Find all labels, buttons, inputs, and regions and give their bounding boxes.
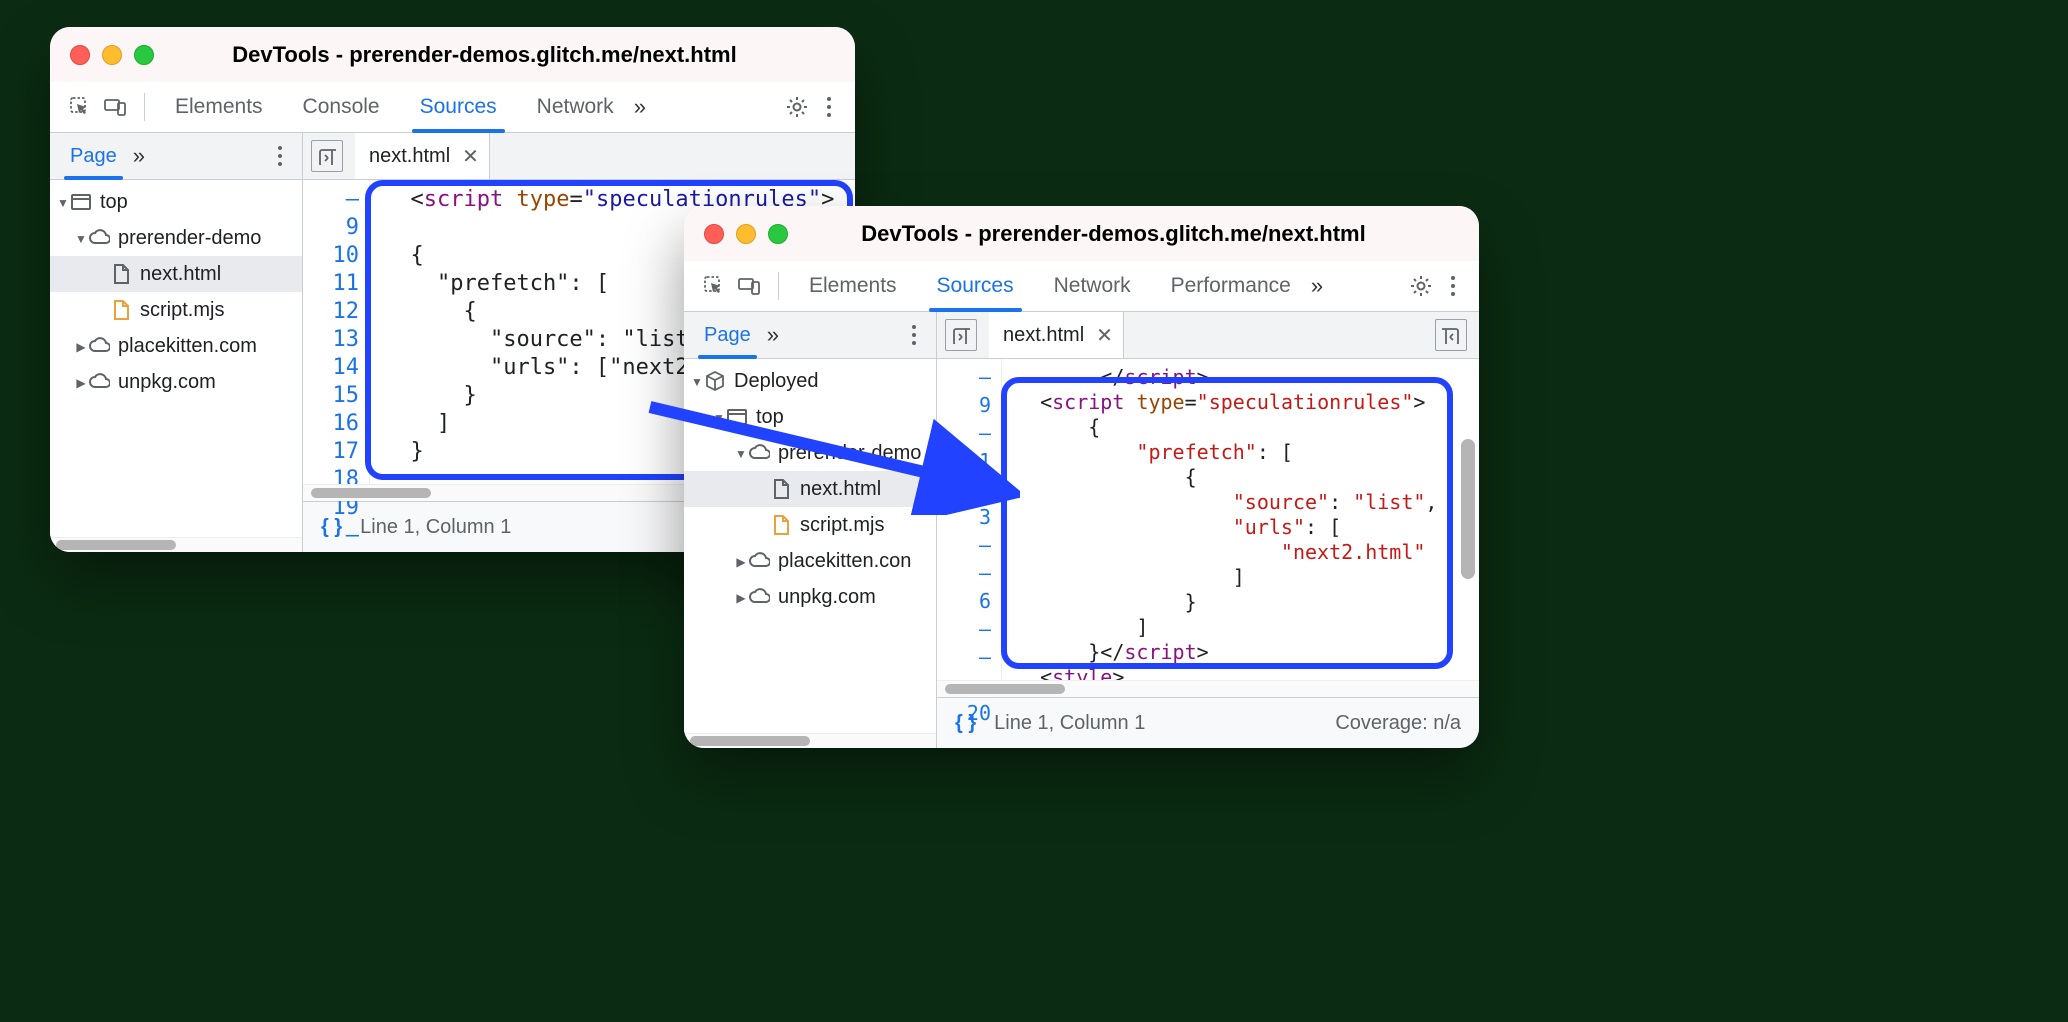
tree-item-top[interactable]: top <box>50 184 302 220</box>
kebab-menu-icon[interactable] <box>1451 284 1455 288</box>
titlebar: DevTools - prerender-demos.glitch.me/nex… <box>684 206 1479 261</box>
cursor-position: Line 1, Column 1 <box>360 516 511 539</box>
close-tab-icon[interactable]: ✕ <box>462 144 479 169</box>
close-icon[interactable] <box>704 224 724 244</box>
tab-elements[interactable]: Elements <box>155 82 283 132</box>
tree-item-domain[interactable]: unpkg.com <box>50 364 302 400</box>
vertical-scrollbar[interactable] <box>1461 439 1475 579</box>
tree-item-file[interactable]: script.mjs <box>684 507 936 543</box>
tree-item-domain[interactable]: prerender-demo <box>684 435 936 471</box>
kebab-menu-icon[interactable] <box>827 105 831 109</box>
inspect-icon[interactable] <box>62 89 98 125</box>
cursor-position: Line 1, Column 1 <box>994 712 1145 735</box>
main-tabs: Elements Sources Network Performance » <box>684 261 1479 312</box>
close-tab-icon[interactable]: ✕ <box>1096 323 1113 348</box>
toggle-debugger-icon[interactable] <box>1435 319 1467 351</box>
tree-item-domain[interactable]: placekitten.com <box>50 328 302 364</box>
close-icon[interactable] <box>70 45 90 65</box>
inspect-icon[interactable] <box>696 268 732 304</box>
gutter: – 9 – 1 – 3 – – 6 – – – 20 <box>937 359 1002 680</box>
disclosure-down-icon[interactable] <box>74 230 88 246</box>
file-icon <box>770 478 792 500</box>
window-title: DevTools - prerender-demos.glitch.me/nex… <box>768 221 1459 247</box>
kebab-menu-icon[interactable] <box>912 333 916 337</box>
gear-icon[interactable] <box>779 89 815 125</box>
file-icon <box>770 514 792 536</box>
frame-icon <box>70 191 92 213</box>
device-toggle-icon[interactable] <box>732 268 768 304</box>
file-tab-name: next.html <box>1003 324 1084 347</box>
tree-item-top[interactable]: top <box>684 399 936 435</box>
cloud-icon <box>88 371 110 393</box>
disclosure-down-icon[interactable] <box>712 409 726 425</box>
tab-console[interactable]: Console <box>283 82 400 132</box>
tab-elements[interactable]: Elements <box>789 261 917 311</box>
cloud-icon <box>748 550 770 572</box>
file-tab[interactable]: next.html ✕ <box>989 312 1124 358</box>
tab-performance[interactable]: Performance <box>1151 261 1311 311</box>
main-tabs: Elements Console Sources Network » <box>50 82 855 133</box>
horizontal-scrollbar[interactable] <box>50 537 302 552</box>
tree-item-file[interactable]: script.mjs <box>50 292 302 328</box>
disclosure-right-icon[interactable] <box>734 589 748 605</box>
horizontal-scrollbar[interactable] <box>937 680 1479 697</box>
sources-sidebar: Page » Deployed top <box>684 312 937 748</box>
file-tree: Deployed top prerender-demo next.html <box>684 359 936 733</box>
minimize-icon[interactable] <box>102 45 122 65</box>
cloud-icon <box>748 442 770 464</box>
horizontal-scrollbar[interactable] <box>684 733 936 748</box>
file-tab[interactable]: next.html ✕ <box>355 133 490 179</box>
tab-network[interactable]: Network <box>1034 261 1151 311</box>
devtools-window-2: DevTools - prerender-demos.glitch.me/nex… <box>684 206 1479 748</box>
sidebar-tab-page[interactable]: Page <box>58 133 129 179</box>
sources-sidebar: Page » top prerender-demo <box>50 133 303 552</box>
device-toggle-icon[interactable] <box>98 89 134 125</box>
disclosure-right-icon[interactable] <box>74 374 88 390</box>
code-editor: next.html ✕ – 9 – 1 – 3 – – 6 – <box>937 312 1479 748</box>
tree-item-domain[interactable]: prerender-demo <box>50 220 302 256</box>
cloud-icon <box>88 335 110 357</box>
file-icon <box>110 299 132 321</box>
disclosure-down-icon[interactable] <box>56 194 70 210</box>
sidebar-tab-page[interactable]: Page <box>692 312 763 358</box>
cube-icon <box>704 370 726 392</box>
titlebar: DevTools - prerender-demos.glitch.me/nex… <box>50 27 855 82</box>
chevron-more-icon[interactable]: » <box>634 94 646 120</box>
tab-sources[interactable]: Sources <box>400 82 517 132</box>
disclosure-right-icon[interactable] <box>734 553 748 569</box>
chevron-more-icon[interactable]: » <box>767 322 779 348</box>
cloud-icon <box>748 586 770 608</box>
status-bar: { } Line 1, Column 1 Coverage: n/a <box>937 697 1479 748</box>
gear-icon[interactable] <box>1403 268 1439 304</box>
disclosure-down-icon[interactable] <box>690 373 704 389</box>
gutter: – 9 10 11 12 13 14 15 16 17 18 19 – <box>303 180 370 484</box>
file-tab-name: next.html <box>369 145 450 168</box>
kebab-menu-icon[interactable] <box>278 154 282 158</box>
tab-network[interactable]: Network <box>517 82 634 132</box>
tree-item-file[interactable]: next.html <box>50 256 302 292</box>
tree-item-deployed[interactable]: Deployed <box>684 363 936 399</box>
minimize-icon[interactable] <box>736 224 756 244</box>
tree-item-file[interactable]: next.html <box>684 471 936 507</box>
chevron-more-icon[interactable]: » <box>133 143 145 169</box>
code-area[interactable]: – 9 – 1 – 3 – – 6 – – – 20 </script> <sc… <box>937 359 1479 680</box>
disclosure-down-icon[interactable] <box>734 445 748 461</box>
tree-item-domain[interactable]: unpkg.com <box>684 579 936 615</box>
frame-icon <box>726 406 748 428</box>
file-tree: top prerender-demo next.html script.mjs <box>50 180 302 537</box>
chevron-more-icon[interactable]: » <box>1311 273 1323 299</box>
disclosure-right-icon[interactable] <box>74 338 88 354</box>
toggle-navigator-icon[interactable] <box>311 140 343 172</box>
coverage-label: Coverage: n/a <box>1335 712 1461 735</box>
cloud-icon <box>88 227 110 249</box>
window-title: DevTools - prerender-demos.glitch.me/nex… <box>134 42 835 68</box>
file-icon <box>110 263 132 285</box>
tab-sources[interactable]: Sources <box>917 261 1034 311</box>
tree-item-domain[interactable]: placekitten.con <box>684 543 936 579</box>
toggle-navigator-icon[interactable] <box>945 319 977 351</box>
